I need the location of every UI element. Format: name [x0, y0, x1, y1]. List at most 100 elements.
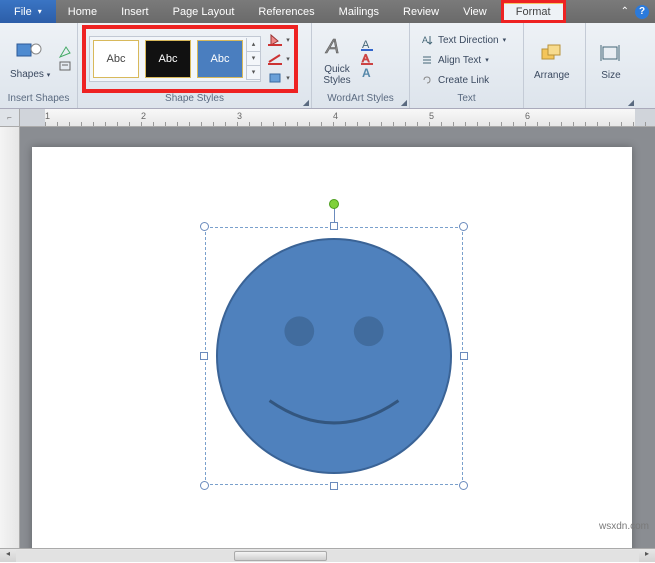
tabs-right-controls: ⌃ ?	[615, 0, 655, 23]
text-effects-icon[interactable]: A	[360, 66, 374, 80]
style-thumb-3[interactable]: Abc	[197, 40, 243, 78]
text-direction-icon: A	[420, 33, 434, 47]
svg-text:A: A	[325, 36, 339, 58]
minimize-ribbon-icon[interactable]: ⌃	[621, 6, 629, 17]
shape-effects-button[interactable]: ▾	[265, 69, 291, 87]
scroll-left-icon[interactable]: ◂	[0, 549, 16, 563]
ruler-num: 1	[45, 111, 50, 121]
ruler-corner[interactable]: ⌐	[0, 109, 20, 126]
resize-handle-e[interactable]	[460, 352, 468, 360]
arrange-button[interactable]: Arrange	[528, 36, 576, 83]
tab-review[interactable]: Review	[391, 0, 451, 23]
wordart-group-label: WordArt Styles	[327, 93, 394, 104]
gallery-down-icon[interactable]: ▾	[247, 52, 260, 66]
tab-mailings[interactable]: Mailings	[327, 0, 391, 23]
text-group-label: Text	[457, 93, 475, 104]
smiley-shape[interactable]	[215, 237, 453, 475]
link-icon	[420, 73, 434, 87]
page[interactable]	[32, 147, 632, 548]
size-icon	[596, 38, 626, 68]
tab-file-arrow-icon: ▾	[38, 7, 42, 16]
create-link-label: Create Link	[438, 75, 489, 86]
edit-shape-icon[interactable]	[58, 45, 72, 59]
align-text-button[interactable]: Align Text▾	[414, 51, 495, 69]
help-icon[interactable]: ?	[635, 5, 649, 19]
arrange-label: Arrange	[534, 70, 570, 81]
rotation-handle[interactable]	[329, 199, 339, 209]
gallery-more-icon[interactable]: ▾	[247, 66, 260, 80]
ribbon-tabs: File ▾ Home Insert Page Layout Reference…	[0, 0, 655, 23]
ruler-num: 4	[333, 111, 338, 121]
group-size: Size ◢	[586, 23, 636, 108]
gallery-up-icon[interactable]: ▴	[247, 38, 260, 52]
align-text-label: Align Text	[438, 55, 481, 66]
text-fill-icon[interactable]: A	[360, 38, 374, 52]
group-insert-shapes: Shapes ▾ Insert Shapes	[0, 23, 78, 108]
format-tab-highlight: Format	[501, 0, 566, 23]
shapes-gallery-button[interactable]: Shapes ▾	[4, 35, 56, 83]
resize-handle-ne[interactable]	[459, 222, 468, 231]
align-text-icon	[420, 53, 434, 67]
ruler-num: 3	[237, 111, 242, 121]
shape-styles-launcher-icon[interactable]: ◢	[303, 98, 309, 107]
ruler-horizontal[interactable]: 1 2 3 4 5 6	[20, 109, 655, 126]
selected-shape[interactable]	[205, 227, 463, 485]
resize-handle-se[interactable]	[459, 481, 468, 490]
shape-style-gallery[interactable]: Abc Abc Abc ▴ ▾ ▾	[89, 36, 261, 82]
shape-styles-highlight: Abc Abc Abc ▴ ▾ ▾ ▾ ▾ ▾	[82, 25, 298, 93]
group-arrange: Arrange	[524, 23, 586, 108]
resize-handle-nw[interactable]	[200, 222, 209, 231]
shape-format-column: ▾ ▾ ▾	[265, 31, 291, 87]
arrange-icon	[537, 38, 567, 68]
tab-file-label: File	[14, 6, 32, 18]
document-area: wsxdn.com	[0, 127, 655, 548]
tab-insert[interactable]: Insert	[109, 0, 161, 23]
ruler-row: ⌐ 1 2 3 4 5 6	[0, 109, 655, 127]
quick-styles-button[interactable]: A Quick Styles	[316, 30, 358, 88]
text-outline-icon[interactable]: A	[360, 52, 374, 66]
resize-handle-s[interactable]	[330, 482, 338, 490]
ruler-vertical[interactable]	[0, 127, 20, 548]
scroll-right-icon[interactable]: ▸	[639, 549, 655, 563]
quick-styles-label: Quick Styles	[323, 64, 350, 86]
shape-outline-button[interactable]: ▾	[265, 50, 291, 68]
shape-styles-group-label: Shape Styles	[165, 93, 224, 104]
group-text: A Text Direction▾ Align Text▾ Create Lin…	[410, 23, 524, 108]
svg-text:A: A	[422, 35, 428, 45]
tab-format[interactable]: Format	[504, 3, 563, 20]
size-label: Size	[601, 70, 620, 81]
size-button[interactable]: Size	[590, 36, 632, 83]
wordart-tools-column: A A A	[360, 38, 374, 80]
gallery-scroll: ▴ ▾ ▾	[246, 38, 260, 80]
ruler-num: 6	[525, 111, 530, 121]
tab-view[interactable]: View	[451, 0, 499, 23]
group-shape-styles: Abc Abc Abc ▴ ▾ ▾ ▾ ▾ ▾	[78, 23, 312, 108]
shape-edit-column	[58, 45, 72, 73]
tab-page-layout[interactable]: Page Layout	[161, 0, 247, 23]
shape-fill-button[interactable]: ▾	[265, 31, 291, 49]
tab-references[interactable]: References	[246, 0, 326, 23]
resize-handle-n[interactable]	[330, 222, 338, 230]
tab-home[interactable]: Home	[56, 0, 109, 23]
watermark: wsxdn.com	[599, 521, 649, 532]
canvas[interactable]: wsxdn.com	[20, 127, 655, 548]
create-link-button[interactable]: Create Link	[414, 71, 495, 89]
ruler-num: 2	[141, 111, 146, 121]
resize-handle-sw[interactable]	[200, 481, 209, 490]
wordart-launcher-icon[interactable]: ◢	[401, 98, 407, 107]
insert-shapes-group-label: Insert Shapes	[8, 93, 70, 104]
tab-file[interactable]: File ▾	[0, 0, 56, 23]
group-wordart-styles: A Quick Styles A A A WordArt Styles ◢	[312, 23, 410, 108]
scroll-thumb[interactable]	[234, 551, 327, 561]
ruler-num: 5	[429, 111, 434, 121]
size-launcher-icon[interactable]: ◢	[628, 98, 634, 107]
scroll-track[interactable]	[16, 550, 639, 562]
resize-handle-w[interactable]	[200, 352, 208, 360]
scrollbar-horizontal[interactable]: ◂ ▸	[0, 548, 655, 562]
rotation-connector	[334, 208, 335, 223]
text-box-icon[interactable]	[58, 59, 72, 73]
quick-styles-icon: A	[322, 32, 352, 62]
text-direction-button[interactable]: A Text Direction▾	[414, 31, 512, 49]
style-thumb-2[interactable]: Abc	[145, 40, 191, 78]
style-thumb-1[interactable]: Abc	[93, 40, 139, 78]
